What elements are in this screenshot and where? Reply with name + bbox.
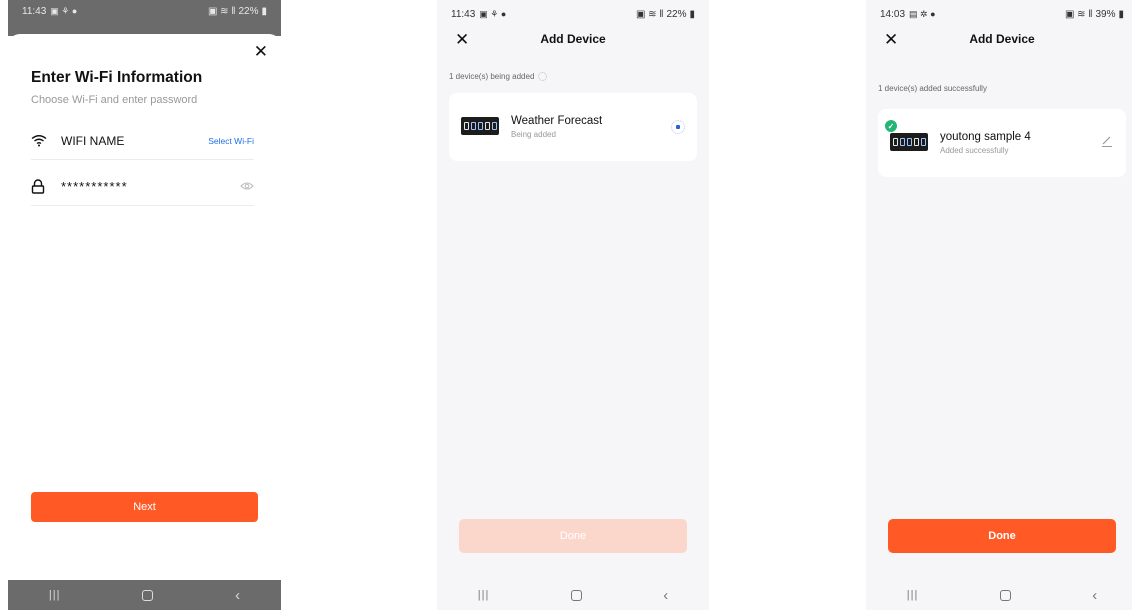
device-thumbnail bbox=[461, 117, 499, 137]
progress-text: 1 device(s) being added bbox=[449, 72, 548, 81]
battery-icon: ▮ bbox=[1118, 8, 1124, 20]
password-input[interactable]: *********** bbox=[61, 179, 240, 194]
status-bar: 11:43 ▣ ⚘ ● ▣ ≋ ‖ 22% ▮ bbox=[8, 0, 281, 36]
done-button[interactable]: Done bbox=[459, 519, 687, 553]
status-signal-icons: ▣ ≋ ‖ bbox=[1064, 8, 1093, 20]
status-signal-icons: ▣ ≋ ‖ bbox=[635, 8, 664, 20]
next-button[interactable]: Next bbox=[31, 492, 258, 522]
notification-icons: ▣ ⚘ ● bbox=[50, 6, 78, 16]
close-icon[interactable]: ✕ bbox=[254, 43, 268, 60]
system-nav-bar: ||| ‹ bbox=[8, 580, 281, 610]
status-time: 11:43 bbox=[451, 8, 476, 20]
home-icon[interactable] bbox=[999, 589, 1011, 601]
battery-icon: ▮ bbox=[689, 8, 695, 20]
status-right: ▣ ≋ ‖ 22% ▮ bbox=[208, 6, 267, 17]
status-right: ▣ ≋ ‖ 22% ▮ bbox=[636, 9, 695, 20]
pencil-icon[interactable] bbox=[1100, 134, 1114, 153]
recent-apps-icon[interactable]: ||| bbox=[49, 589, 61, 601]
device-card[interactable]: Weather Forecast Being added bbox=[449, 93, 697, 161]
app-header: ✕ Add Device bbox=[866, 28, 1132, 50]
back-icon[interactable]: ‹ bbox=[663, 587, 668, 604]
wifi-icon bbox=[31, 132, 53, 150]
close-icon[interactable]: ✕ bbox=[455, 31, 469, 48]
device-card[interactable]: ✓ youtong sample 4 Added successfully bbox=[878, 109, 1126, 177]
status-time: 14:03 bbox=[880, 8, 906, 20]
back-icon[interactable]: ‹ bbox=[1092, 587, 1097, 604]
device-status: Being added bbox=[511, 130, 556, 139]
notification-icons: ▤ ✲ ● bbox=[909, 8, 936, 19]
device-name: youtong sample 4 bbox=[940, 131, 1031, 143]
loading-icon bbox=[671, 120, 685, 134]
page-title: Enter Wi-Fi Information bbox=[31, 69, 203, 86]
page-title: Add Device bbox=[540, 32, 606, 46]
status-bar: 11:43 ▣ ⚘ ● ▣ ≋ ‖ 22% ▮ bbox=[437, 0, 709, 28]
status-battery: 39% bbox=[1095, 8, 1116, 20]
progress-label: 1 device(s) being added bbox=[449, 72, 535, 81]
device-added-screen: 14:03 ▤ ✲ ● ▣ ≋ ‖ 39% ▮ ✕ Add Device 1 d… bbox=[866, 0, 1132, 610]
done-button[interactable]: Done bbox=[888, 519, 1116, 553]
password-row[interactable]: *********** bbox=[31, 168, 254, 206]
lock-icon bbox=[31, 178, 53, 196]
system-nav-bar: ||| ‹ bbox=[437, 580, 709, 610]
check-circle-icon: ✓ bbox=[884, 119, 898, 133]
page-title: Add Device bbox=[969, 32, 1035, 46]
status-time: 11:43 bbox=[22, 6, 47, 17]
app-header: ✕ Add Device bbox=[437, 28, 709, 50]
progress-text: 1 device(s) added successfully bbox=[878, 84, 987, 93]
page-subtitle: Choose Wi-Fi and enter password bbox=[31, 94, 198, 106]
wifi-name-row[interactable]: WIFI NAME Select Wi-Fi bbox=[31, 122, 254, 160]
spinner-icon bbox=[538, 72, 548, 81]
home-icon[interactable] bbox=[142, 589, 154, 601]
wifi-sheet: ✕ Enter Wi-Fi Information Choose Wi-Fi a… bbox=[8, 34, 281, 580]
status-battery: 22% bbox=[238, 6, 259, 17]
status-bar: 14:03 ▤ ✲ ● ▣ ≋ ‖ 39% ▮ bbox=[866, 0, 1132, 28]
wifi-info-screen: 11:43 ▣ ⚘ ● ▣ ≋ ‖ 22% ▮ ✕ Enter Wi-Fi In… bbox=[8, 0, 281, 610]
device-info: youtong sample 4 Added successfully bbox=[940, 131, 1100, 155]
status-signal-icons: ▣ ≋ ‖ bbox=[207, 6, 236, 17]
wifi-name-value[interactable]: WIFI NAME bbox=[61, 134, 208, 148]
battery-icon: ▮ bbox=[261, 6, 267, 17]
progress-label: 1 device(s) added successfully bbox=[878, 84, 987, 93]
home-icon[interactable] bbox=[570, 589, 582, 601]
recent-apps-icon[interactable]: ||| bbox=[907, 589, 919, 601]
device-name: Weather Forecast bbox=[511, 115, 603, 127]
select-wifi-link[interactable]: Select Wi-Fi bbox=[208, 136, 254, 146]
device-thumbnail: ✓ bbox=[884, 119, 928, 153]
adding-device-screen: 11:43 ▣ ⚘ ● ▣ ≋ ‖ 22% ▮ ✕ Add Device 1 d… bbox=[437, 0, 709, 610]
device-status: Added successfully bbox=[940, 146, 1009, 155]
eye-icon[interactable] bbox=[240, 178, 254, 196]
recent-apps-icon[interactable]: ||| bbox=[478, 589, 490, 601]
system-nav-bar: ||| ‹ bbox=[866, 580, 1132, 610]
close-icon[interactable]: ✕ bbox=[884, 31, 898, 48]
device-info: Weather Forecast Being added bbox=[511, 115, 671, 139]
status-battery: 22% bbox=[666, 8, 687, 20]
notification-icons: ▣ ⚘ ● bbox=[479, 8, 507, 19]
back-icon[interactable]: ‹ bbox=[235, 587, 240, 604]
status-right: ▣ ≋ ‖ 39% ▮ bbox=[1065, 9, 1124, 20]
